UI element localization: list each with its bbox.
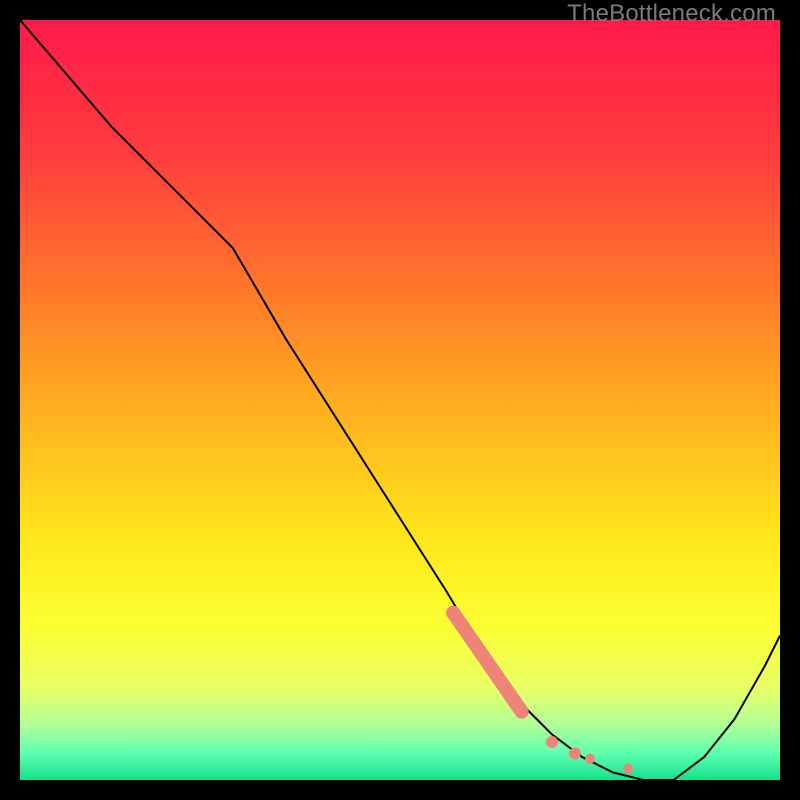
- highlight-dot: [515, 705, 529, 719]
- bottleneck-chart: [20, 20, 780, 780]
- highlight-dot: [569, 747, 581, 759]
- highlight-dot: [623, 764, 633, 774]
- highlight-dot: [546, 736, 558, 748]
- gradient-background: [20, 20, 780, 780]
- highlight-dot: [585, 754, 595, 764]
- highlight-dot: [446, 606, 460, 620]
- watermark-text: TheBottleneck.com: [567, 0, 776, 28]
